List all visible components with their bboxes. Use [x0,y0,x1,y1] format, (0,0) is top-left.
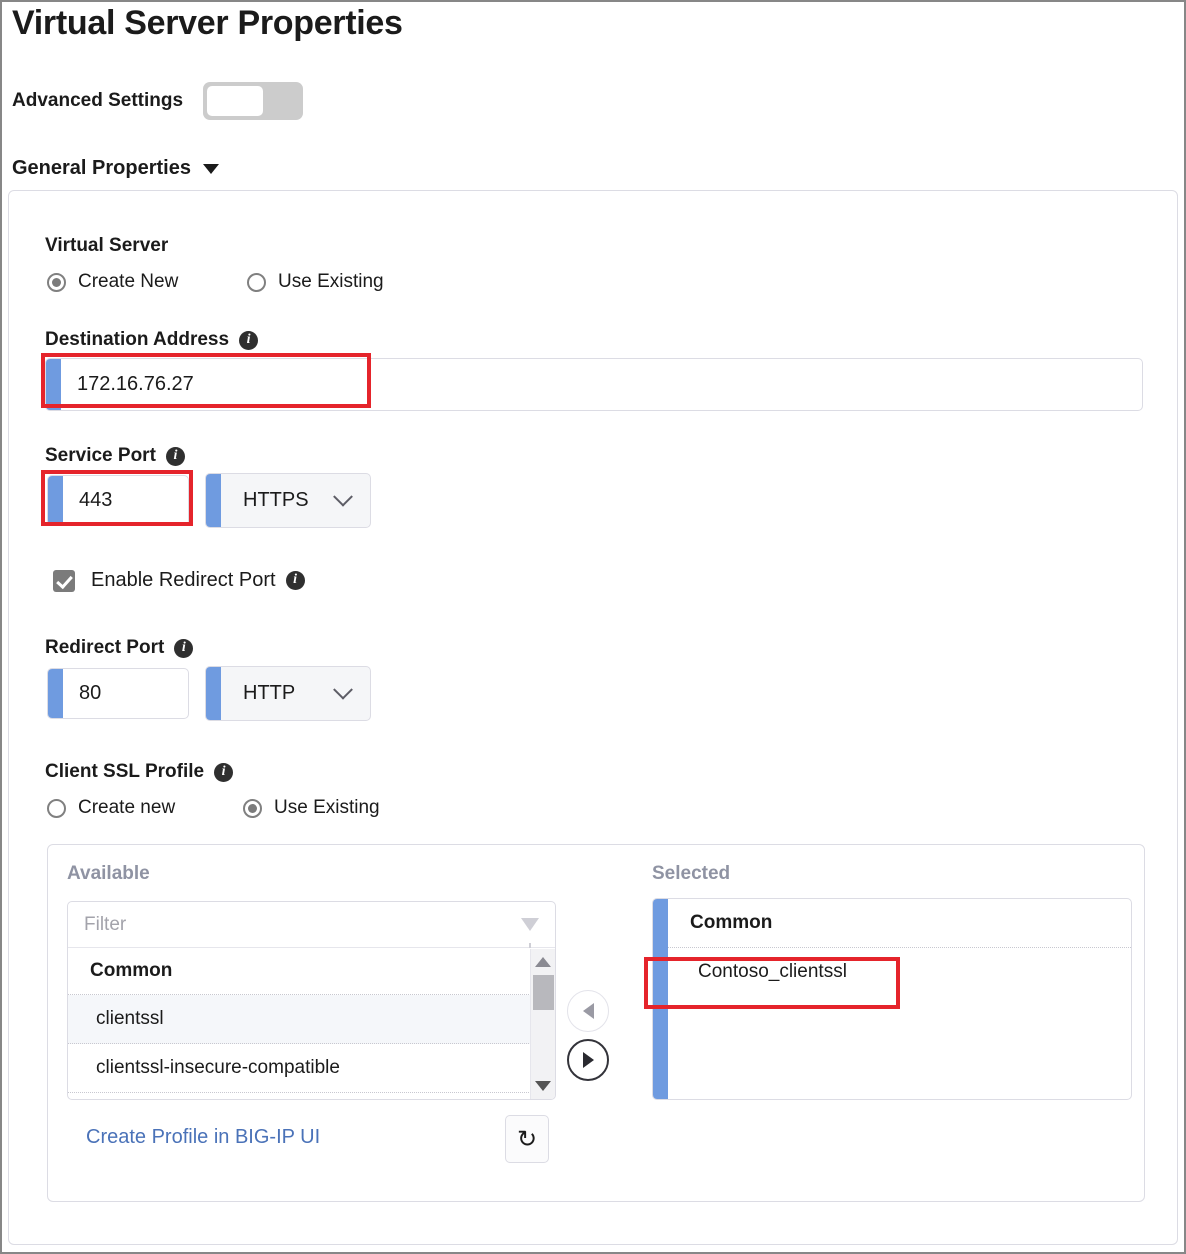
available-group-header: Common [68,948,555,995]
scroll-down-arrow-icon[interactable] [535,1081,551,1091]
client-ssl-radio-use-existing[interactable]: Use Existing [243,797,380,819]
toggle-knob [207,86,264,116]
filter-icon[interactable] [521,918,539,948]
radio-icon-use-existing [247,272,266,292]
service-port-label: Service Port i [45,445,185,467]
client-ssl-radio-create-new[interactable]: Create new [47,797,175,819]
move-left-button[interactable] [567,990,609,1032]
info-icon-enable-redirect-port[interactable]: i [285,571,305,590]
refresh-button[interactable]: ↻ [505,1115,549,1163]
scrollbar-thumb[interactable] [533,975,554,1010]
destination-address-input[interactable]: 172.16.76.27 [45,358,1143,411]
refresh-icon: ↻ [516,1125,538,1153]
available-filter-row[interactable]: Filter [68,902,555,948]
available-listbox[interactable]: Filter Common clientssl clientssl-insecu… [67,901,556,1100]
redirect-port-input[interactable]: 80 [47,668,189,719]
destination-address-label: Destination Address i [45,329,259,351]
chevron-down-icon [202,163,219,174]
service-port-input[interactable]: 443 [47,475,189,526]
field-accent-bar [48,669,63,718]
field-accent-bar [46,359,61,410]
virtual-server-properties-screen: Virtual Server Properties Advanced Setti… [0,0,1186,1254]
page-title: Virtual Server Properties [12,4,403,42]
advanced-settings-toggle[interactable] [203,82,304,120]
redirect-port-protocol-dropdown[interactable]: HTTP [205,666,371,721]
info-icon-service-port[interactable]: i [165,446,185,466]
dropdown-accent-bar [206,667,221,720]
available-scrollbar[interactable] [530,949,555,1099]
service-port-protocol-dropdown[interactable]: HTTPS [205,473,371,528]
redirect-port-label: Redirect Port i [45,637,194,659]
virtual-server-radio-create-new[interactable]: Create New [47,271,178,293]
list-item[interactable]: clientssl [68,995,555,1044]
radio-label-create-new: Create New [78,271,179,292]
advanced-settings-label: Advanced Settings [12,90,184,111]
radio-icon-use-existing-ssl [243,798,262,818]
info-icon-destination-address[interactable]: i [239,330,259,350]
radio-label-use-existing-ssl: Use Existing [274,797,380,818]
move-right-button[interactable] [567,1039,609,1081]
general-properties-panel: Virtual Server Create New Use Existing D… [8,190,1178,1245]
redirect-port-value: 80 [79,682,102,704]
info-icon-client-ssl-profile[interactable]: i [214,762,234,782]
selected-listbox[interactable]: Common Contoso_clientssl [652,898,1132,1100]
arrow-right-icon [582,1052,594,1068]
radio-label-create-new-ssl: Create new [78,797,176,818]
list-item[interactable]: clientssl-insecure-compatible [68,1044,555,1093]
list-item[interactable]: Contoso_clientssl [668,948,1131,996]
chevron-down-icon [333,486,353,507]
radio-icon-create-new [47,272,66,292]
create-profile-link[interactable]: Create Profile in BIG-IP UI [86,1126,320,1149]
general-properties-label: General Properties [12,157,191,179]
dropdown-accent-bar [206,474,221,527]
advanced-settings-row: Advanced Settings [12,82,304,120]
general-properties-section-header[interactable]: General Properties [12,157,219,180]
selected-group-header: Common [668,899,1131,948]
virtual-server-label: Virtual Server [45,235,169,256]
available-column-title: Available [67,863,150,884]
info-icon-redirect-port[interactable]: i [174,638,194,658]
destination-address-value: 172.16.76.27 [77,373,194,395]
radio-icon-create-new-ssl [47,798,66,818]
selected-accent-bar [653,899,668,1099]
radio-label-use-existing: Use Existing [278,271,384,292]
field-accent-bar [48,476,63,525]
chevron-down-icon [333,679,353,700]
arrow-left-icon [582,1003,594,1019]
service-port-value: 443 [79,489,113,511]
redirect-port-protocol-value: HTTP [243,682,296,704]
enable-redirect-port-row[interactable]: Enable Redirect Port i [53,569,305,592]
selected-column-title: Selected [652,863,731,884]
scroll-up-arrow-icon[interactable] [535,957,551,967]
filter-input[interactable]: Filter [68,914,521,936]
service-port-protocol-value: HTTPS [243,489,309,511]
client-ssl-profile-label: Client SSL Profile i [45,761,234,783]
checkbox-icon-enable-redirect-port[interactable] [53,569,75,592]
ssl-profile-picker: Available Filter Common clientssl client… [47,844,1145,1202]
enable-redirect-port-label: Enable Redirect Port [91,569,276,591]
virtual-server-radio-use-existing[interactable]: Use Existing [247,271,384,293]
